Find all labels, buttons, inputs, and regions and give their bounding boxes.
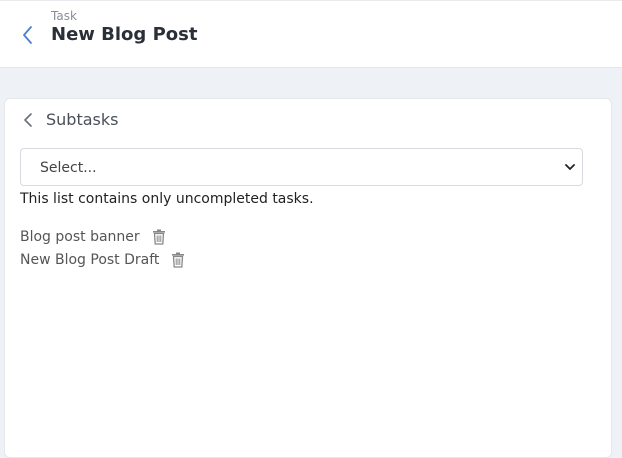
chevron-down-icon	[565, 164, 575, 170]
list-item: Blog post banner	[20, 228, 166, 246]
delete-button[interactable]	[171, 252, 185, 268]
select-hint: This list contains only uncompleted task…	[20, 191, 314, 207]
delete-button[interactable]	[152, 229, 166, 245]
page-title: New Blog Post	[51, 24, 198, 45]
page-eyebrow: Task	[51, 9, 77, 23]
subtask-label[interactable]: New Blog Post Draft	[20, 251, 159, 269]
subtask-select[interactable]: Select...	[20, 148, 583, 186]
subtasks-back-button[interactable]	[20, 110, 36, 130]
back-button[interactable]	[17, 23, 37, 47]
trash-icon	[172, 252, 185, 268]
top-header: Task New Blog Post	[0, 0, 622, 68]
chevron-left-icon	[24, 113, 32, 127]
subtasks-title: Subtasks	[46, 110, 119, 129]
chevron-left-icon	[23, 26, 32, 44]
trash-icon	[152, 229, 165, 245]
subtask-label[interactable]: Blog post banner	[20, 228, 140, 246]
list-item: New Blog Post Draft	[20, 251, 185, 269]
subtasks-card: Subtasks Select... This list contains on…	[4, 98, 612, 458]
select-value: Select...	[40, 160, 97, 176]
